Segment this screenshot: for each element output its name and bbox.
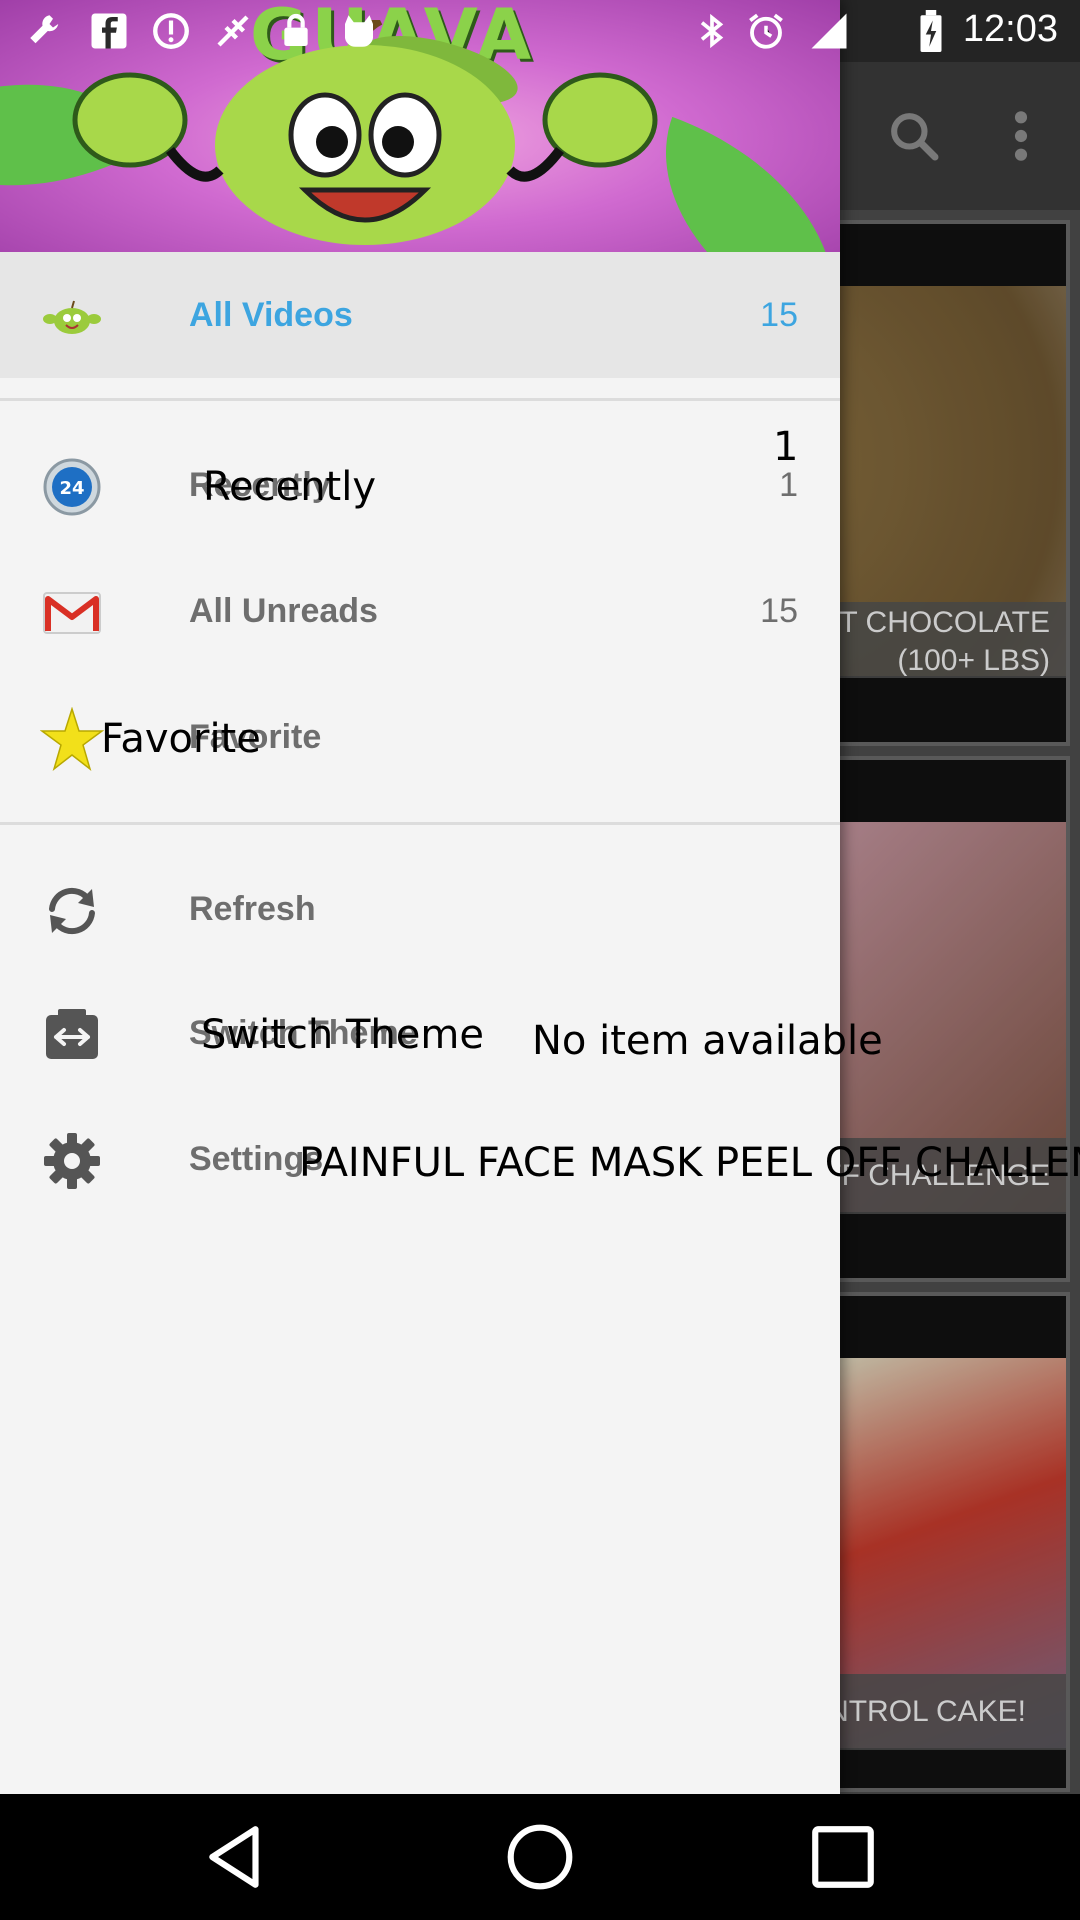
home-icon[interactable] [503,1820,577,1894]
divider [0,822,840,825]
wrench-icon [30,15,59,44]
switch-theme-icon [46,1009,98,1059]
drawer-item-recently[interactable]: 24 Recently 1 [0,422,840,548]
drawer-item-label: Refresh [189,890,316,928]
fake-gps-icon [217,15,249,47]
battery-icon [920,10,942,52]
drawer-item-all-unreads[interactable]: All Unreads 15 [0,548,840,674]
bluetooth-icon [700,13,724,49]
gmail-icon [43,592,101,634]
drawer-item-label: All Videos [189,296,353,334]
guava-icon [43,300,101,334]
drawer-action-refresh[interactable]: Refresh [0,846,840,972]
recently-count-overlay: 1 [773,424,799,470]
favorite-label-overlay: Favorite [101,716,261,762]
empty-state-message: No item available [532,1018,883,1064]
navigation-drawer: GUAVA [0,0,840,1794]
status-time: 12:03 [962,8,1058,50]
settings-icon [44,1133,100,1189]
info-icon [153,13,189,49]
star-icon [40,707,104,771]
drawer-item-all-videos[interactable]: All Videos 15 [0,252,840,378]
screen: GIANT CHOCOLATE (100+ LBS) PEEL OFF CHAL… [0,0,1080,1920]
drawer-item-count: 15 [760,592,798,630]
switch-theme-label-overlay: Switch Theme [201,1012,484,1058]
24-hours-icon: 24 [43,458,101,516]
signal-icon [811,13,847,49]
divider [0,398,840,401]
back-icon[interactable] [200,1820,274,1894]
drawer-item-label: All Unreads [189,592,378,630]
cat-icon [345,15,373,47]
facebook-icon [91,13,127,49]
recents-icon[interactable] [806,1820,880,1894]
system-navigation-bar [0,1794,1080,1920]
status-bar: 12:03 [0,0,1080,62]
alarm-icon [749,13,783,49]
svg-text:24: 24 [59,478,84,499]
video-title-overlay: PAINFUL FACE MASK PEEL OFF CHALLENGE [299,1140,1080,1186]
lock-icon [284,13,308,46]
drawer-item-count: 15 [760,296,798,334]
recently-label-overlay: Recently [203,464,377,510]
refresh-icon [49,887,95,935]
